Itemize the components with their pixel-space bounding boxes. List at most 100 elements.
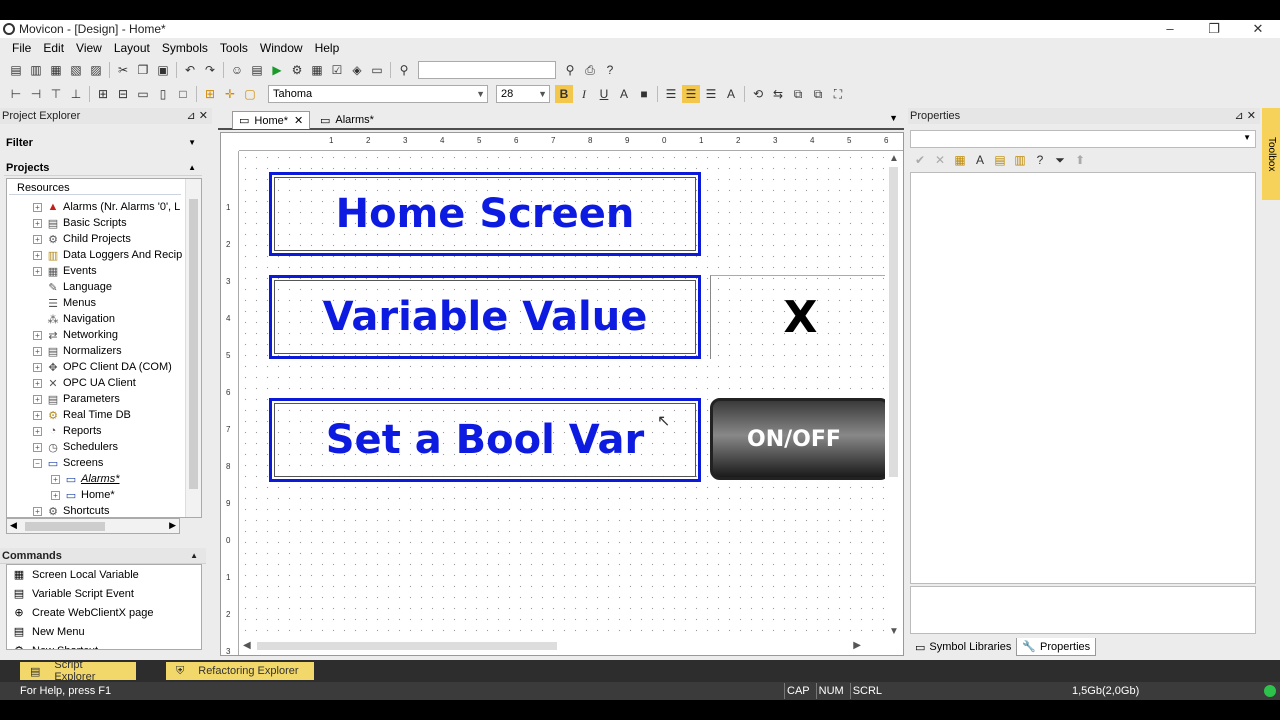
property-pages-icon[interactable]: ▤ <box>991 151 1009 169</box>
expand-icon[interactable]: + <box>51 474 60 484</box>
scroll-up-icon[interactable]: ▲ <box>889 153 899 164</box>
underline-button[interactable]: U <box>595 85 613 103</box>
cancel-icon[interactable]: ✕ <box>931 151 949 169</box>
scroll-thumb[interactable] <box>25 522 105 531</box>
projects-section[interactable]: Projects ▲ <box>4 160 202 176</box>
settings-icon[interactable]: ⚙ <box>288 61 306 79</box>
tab-symbol-libraries[interactable]: ▭ Symbol Libraries <box>910 638 1016 656</box>
same-height-icon[interactable]: ▯ <box>154 85 172 103</box>
italic-button[interactable]: I <box>575 85 593 103</box>
maximize-button[interactable]: ❐ <box>1192 20 1236 38</box>
menu-view[interactable]: View <box>76 41 102 55</box>
print-preview-icon[interactable]: ▨ <box>87 61 105 79</box>
align-right-edges-icon[interactable]: ⊣ <box>27 85 45 103</box>
expand-icon[interactable]: + <box>33 394 42 404</box>
expand-icon[interactable]: + <box>33 506 42 516</box>
properties-object-combo[interactable]: ▼ <box>910 130 1256 148</box>
align-left-edges-icon[interactable]: ⊢ <box>7 85 25 103</box>
align-top-icon[interactable]: ⊤ <box>47 85 65 103</box>
up-icon[interactable]: ⬆ <box>1071 151 1089 169</box>
bold-button[interactable]: B <box>555 85 573 103</box>
categorized-icon[interactable]: ▦ <box>951 151 969 169</box>
menu-file[interactable]: File <box>12 41 31 55</box>
chevron-up-icon[interactable]: ▲ <box>188 160 196 176</box>
align-bottom-icon[interactable]: ⊥ <box>67 85 85 103</box>
bring-front-icon[interactable]: ⧉ <box>789 85 807 103</box>
undo-icon[interactable]: ↶ <box>181 61 199 79</box>
tree-item[interactable]: + ✕ OPC UA Client <box>7 375 183 391</box>
tab-refactoring-explorer[interactable]: ⛨ Refactoring Explorer <box>166 662 314 680</box>
tree-item[interactable]: + ▭ Alarms* <box>7 471 183 487</box>
ungroup-icon[interactable]: ⊟ <box>114 85 132 103</box>
close-button[interactable]: ✕ <box>1236 20 1280 38</box>
comment-icon[interactable]: ▥ <box>1011 151 1029 169</box>
menu-edit[interactable]: Edit <box>43 41 64 55</box>
send-back-icon[interactable]: ⧉ <box>809 85 827 103</box>
design-grid[interactable]: Home Screen Variable Value Set a Bool Va… <box>240 152 890 632</box>
cut-icon[interactable]: ✂ <box>114 61 132 79</box>
expand-icon[interactable]: + <box>33 234 42 244</box>
help-icon[interactable]: ? <box>1031 151 1049 169</box>
set-bool-var-button[interactable]: Set a Bool Var <box>269 398 701 482</box>
fill-color-icon[interactable]: ■ <box>635 85 653 103</box>
command-item[interactable]: ▤ New Menu <box>7 622 201 641</box>
pin-close-icon[interactable]: ⊿ ✕ <box>187 108 209 124</box>
rectangle-icon[interactable]: ▢ <box>241 85 259 103</box>
check-icon[interactable]: ☑ <box>328 61 346 79</box>
save-all-icon[interactable]: ▧ <box>67 61 85 79</box>
font-size-combo[interactable]: 28 ▼ <box>496 85 550 103</box>
tree-item[interactable]: + ✥ OPC Client DA (COM) <box>7 359 183 375</box>
menu-layout[interactable]: Layout <box>114 41 150 55</box>
properties-grid[interactable] <box>910 172 1256 584</box>
chevron-down-icon[interactable]: ▼ <box>538 86 547 102</box>
tree-item[interactable]: + ▦ Events <box>7 263 183 279</box>
tree-item[interactable]: ✎ Language <box>7 279 183 295</box>
tree-item[interactable]: − ▭ Screens <box>7 455 183 471</box>
tree-horizontal-scrollbar[interactable]: ◀ ▶ <box>6 518 180 534</box>
expand-icon[interactable]: + <box>33 266 42 276</box>
paste-icon[interactable]: ▣ <box>154 61 172 79</box>
scroll-right-icon[interactable]: ▶ <box>853 640 861 651</box>
tree-item[interactable]: + ⇄ Networking <box>7 327 183 343</box>
tree-item[interactable]: + ▤ Normalizers <box>7 343 183 359</box>
flip-icon[interactable]: ⇆ <box>769 85 787 103</box>
tab-script-explorer[interactable]: ▤ Script Explorer <box>20 659 136 683</box>
expand-icon[interactable]: + <box>33 202 42 212</box>
text-color-icon[interactable]: A <box>615 85 633 103</box>
group-icon[interactable]: ⊞ <box>94 85 112 103</box>
new-icon[interactable]: ▤ <box>7 61 25 79</box>
snap-icon[interactable]: ✛ <box>221 85 239 103</box>
filter-bar[interactable]: Filter ▼ <box>4 134 202 152</box>
align-center-icon[interactable]: ☰ <box>682 85 700 103</box>
home-screen-button[interactable]: Home Screen <box>269 172 701 256</box>
menu-symbols[interactable]: Symbols <box>162 41 208 55</box>
menu-window[interactable]: Window <box>260 41 303 55</box>
menu-tools[interactable]: Tools <box>220 41 248 55</box>
tree-item[interactable]: + ⚙ Shortcuts <box>7 503 183 517</box>
tree-vertical-scrollbar[interactable] <box>185 179 201 517</box>
expand-icon[interactable]: + <box>33 362 42 372</box>
build-icon[interactable]: ▦ <box>308 61 326 79</box>
expand-icon[interactable]: + <box>33 442 42 452</box>
expand-icon[interactable]: + <box>33 378 42 388</box>
open-icon[interactable]: ▥ <box>27 61 45 79</box>
grid-icon[interactable]: ⊞ <box>201 85 219 103</box>
scroll-left-icon[interactable]: ◀ <box>243 640 251 651</box>
chevron-down-icon[interactable]: ▼ <box>188 134 196 152</box>
expand-icon[interactable]: + <box>33 330 42 340</box>
save-icon[interactable]: ▦ <box>47 61 65 79</box>
close-icon[interactable]: ✕ <box>294 114 303 127</box>
chevron-down-icon[interactable]: ▼ <box>889 113 898 123</box>
expand-icon[interactable]: + <box>51 490 60 500</box>
tree-item[interactable]: + ▤ Parameters <box>7 391 183 407</box>
expand-icon[interactable]: + <box>33 410 42 420</box>
chevron-up-icon[interactable]: ▲ <box>190 548 198 564</box>
scroll-thumb[interactable] <box>257 642 557 650</box>
expand-icon[interactable]: + <box>33 250 42 260</box>
toolbox-tab[interactable]: Toolbox <box>1262 108 1280 200</box>
zoom-icon[interactable]: ⛶ <box>829 85 847 103</box>
command-item[interactable]: ⚙ New Shortcut <box>7 641 201 650</box>
expand-icon[interactable]: + <box>33 218 42 228</box>
chevron-down-icon[interactable]: ▼ <box>1243 133 1251 142</box>
rotate-icon[interactable]: ⟲ <box>749 85 767 103</box>
